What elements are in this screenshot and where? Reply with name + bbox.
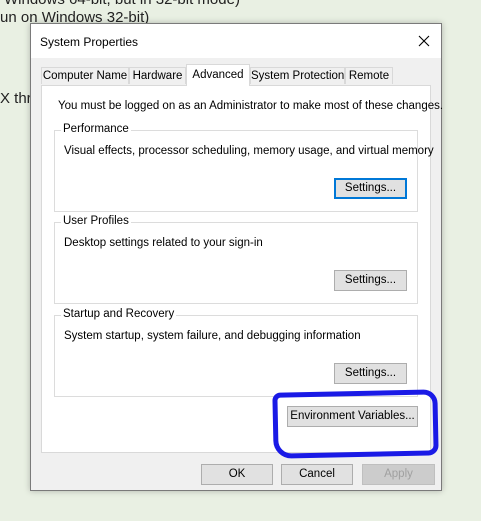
startup-recovery-title: Startup and Recovery xyxy=(61,308,177,320)
user-profiles-description: Desktop settings related to your sign-in xyxy=(64,237,263,249)
advanced-tab-panel: You must be logged on as an Administrato… xyxy=(41,85,443,453)
startup-recovery-group: Startup and Recovery System startup, sys… xyxy=(54,308,418,397)
tab-remote[interactable]: Remote xyxy=(345,67,393,84)
user-profiles-title: User Profiles xyxy=(61,215,131,227)
title-bar[interactable]: System Properties xyxy=(31,24,441,58)
startup-recovery-description: System startup, system failure, and debu… xyxy=(64,330,361,342)
close-icon xyxy=(418,35,430,47)
tab-system-protection[interactable]: System Protection xyxy=(250,67,345,84)
dialog-title: System Properties xyxy=(40,35,139,49)
system-properties-dialog: System Properties Computer Name Hardware… xyxy=(30,23,443,491)
cancel-button[interactable]: Cancel xyxy=(281,464,353,485)
environment-variables-button[interactable]: Environment Variables... xyxy=(287,406,418,427)
startup-recovery-settings-button[interactable]: Settings... xyxy=(334,363,407,384)
apply-button[interactable]: Apply xyxy=(362,464,435,485)
tab-advanced[interactable]: Advanced xyxy=(186,64,250,86)
admin-note: You must be logged on as an Administrato… xyxy=(58,100,444,112)
ok-button[interactable]: OK xyxy=(201,464,273,485)
background-text-line-3: X thr xyxy=(0,90,32,107)
tab-hardware[interactable]: Hardware xyxy=(129,67,186,84)
close-button[interactable] xyxy=(407,24,441,58)
performance-description: Visual effects, processor scheduling, me… xyxy=(64,145,434,157)
performance-title: Performance xyxy=(61,123,131,135)
user-profiles-settings-button[interactable]: Settings... xyxy=(334,270,407,291)
background-text-line-1: Windows 64-bit, but in 32-bit mode) xyxy=(4,0,240,8)
tab-computer-name[interactable]: Computer Name xyxy=(41,67,129,84)
performance-group: Performance Visual effects, processor sc… xyxy=(54,123,434,212)
user-profiles-group: User Profiles Desktop settings related t… xyxy=(54,215,418,304)
performance-settings-button[interactable]: Settings... xyxy=(334,178,407,199)
